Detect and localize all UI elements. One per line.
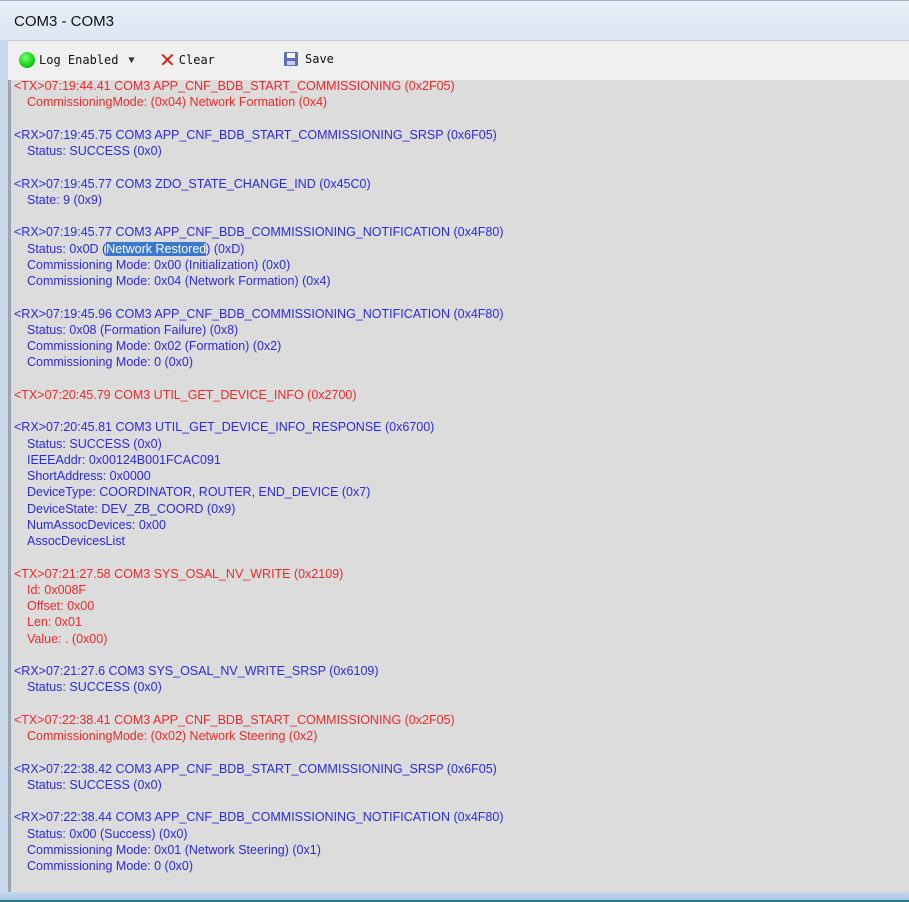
log-message-header: <TX>07:22:38.41 COM3 APP_CNF_BDB_START_C… (14, 712, 455, 727)
log-blank-line (14, 793, 909, 809)
log-detail-line: Status: 0x08 (Formation Failure) (0x8) (27, 322, 239, 337)
log-detail-line: Id: 0x008F (27, 582, 87, 597)
log-blank-line (14, 208, 909, 224)
log-message-header: <TX>07:19:44.41 COM3 APP_CNF_BDB_START_C… (14, 80, 455, 93)
log-blank-line (14, 403, 909, 419)
clear-label: Clear (178, 53, 215, 67)
log-blank-line (14, 371, 909, 387)
floppy-disk-icon (284, 52, 298, 66)
log-enabled-label: Log Enabled (39, 53, 119, 67)
log-message-header: <RX>07:19:45.96 COM3 APP_CNF_BDB_COMMISS… (14, 306, 504, 321)
log-message-header: <RX>07:21:27.6 COM3 SYS_OSAL_NV_WRITE_SR… (14, 664, 379, 678)
selected-text: Network Restored (106, 241, 207, 256)
log-message-header: <TX>07:20:45.79 COM3 UTIL_GET_DEVICE_INF… (14, 387, 357, 402)
log-message-header: <RX>07:19:45.75 COM3 APP_CNF_BDB_START_C… (14, 127, 497, 142)
log-panel[interactable]: <TX>07:19:44.41 COM3 APP_CNF_BDB_START_C… (8, 80, 909, 892)
log-detail-line: IEEEAddr: 0x00124B001FCAC091 (27, 452, 221, 467)
status-dot-icon (19, 52, 35, 68)
log-detail-line: Commissioning Mode: 0x00 (Initialization… (27, 257, 291, 272)
log-detail-line: Offset: 0x00 (27, 599, 95, 613)
window-title-bar[interactable]: COM3 - COM3 (0, 0, 909, 40)
log-detail-line: Commissioning Mode: 0x02 (Formation) (0x… (27, 339, 282, 353)
clear-button[interactable]: ✕ Clear (159, 48, 215, 72)
log-detail-line: DeviceState: DEV_ZB_COORD (0x9) (27, 501, 236, 516)
log-detail-line: CommissioningMode: (0x04) Network Format… (27, 95, 328, 110)
dropdown-arrow-icon[interactable]: ▼ (128, 55, 134, 66)
log-blank-line (14, 159, 909, 175)
log-blank-line (14, 289, 909, 305)
log-detail-line: Status: SUCCESS (0x0) (27, 680, 162, 695)
log-detail-line: Status: 0x0D (Network Restored) (0xD) (27, 241, 245, 256)
log-message-header: <RX>07:20:45.81 COM3 UTIL_GET_DEVICE_INF… (14, 420, 435, 435)
log-detail-line: State: 9 (0x9) (27, 192, 103, 207)
log-detail-line: Status: SUCCESS (0x0) (27, 777, 162, 792)
log-message-header: <RX>07:19:45.77 COM3 APP_CNF_BDB_COMMISS… (14, 225, 504, 240)
log-detail-line: Commissioning Mode: 0 (0x0) (27, 859, 194, 873)
log-message-header: <RX>07:19:45.77 COM3 ZDO_STATE_CHANGE_IN… (14, 176, 371, 191)
clear-x-icon: ✕ (159, 48, 176, 72)
save-button[interactable]: Save (284, 52, 334, 66)
log-detail-line: Status: 0x00 (Success) (0x0) (27, 826, 188, 841)
log-detail-line: NumAssocDevices: 0x00 (27, 517, 166, 532)
log-detail-line: Commissioning Mode: 0x04 (Network Format… (27, 274, 331, 288)
log-detail-line: CommissioningMode: (0x02) Network Steeri… (27, 729, 318, 743)
window-bottom-border (0, 892, 909, 902)
log-content: <TX>07:19:44.41 COM3 APP_CNF_BDB_START_C… (14, 80, 909, 874)
log-detail-line: AssocDevicesList (27, 534, 125, 548)
log-blank-line (14, 111, 909, 127)
log-detail-line: Commissioning Mode: 0 (0x0) (27, 355, 194, 370)
log-detail-line: Value: . (0x00) (27, 631, 108, 646)
log-enabled-button[interactable]: Log Enabled ▼ (19, 52, 135, 68)
log-message-header: <RX>07:22:38.44 COM3 APP_CNF_BDB_COMMISS… (14, 810, 504, 825)
log-message-header: <TX>07:21:27.58 COM3 SYS_OSAL_NV_WRITE (… (14, 566, 344, 581)
log-message-header: <RX>07:22:38.42 COM3 APP_CNF_BDB_START_C… (14, 761, 497, 776)
log-detail-line: Status: SUCCESS (0x0) (27, 144, 162, 158)
log-detail-line: DeviceType: COORDINATOR, ROUTER, END_DEV… (27, 485, 371, 500)
log-blank-line (14, 696, 909, 712)
log-detail-line: ShortAddress: 0x0000 (27, 469, 151, 483)
log-detail-line: Len: 0x01 (27, 615, 82, 630)
window-title: COM3 - COM3 (14, 13, 115, 30)
log-detail-line: Commissioning Mode: 0x01 (Network Steeri… (27, 842, 321, 857)
log-blank-line (14, 549, 909, 565)
log-blank-line (14, 647, 909, 663)
log-blank-line (14, 744, 909, 760)
toolbar: Log Enabled ▼ ✕ Clear Save (8, 40, 909, 80)
log-detail-line: Status: SUCCESS (0x0) (27, 436, 162, 451)
save-label: Save (305, 52, 334, 66)
